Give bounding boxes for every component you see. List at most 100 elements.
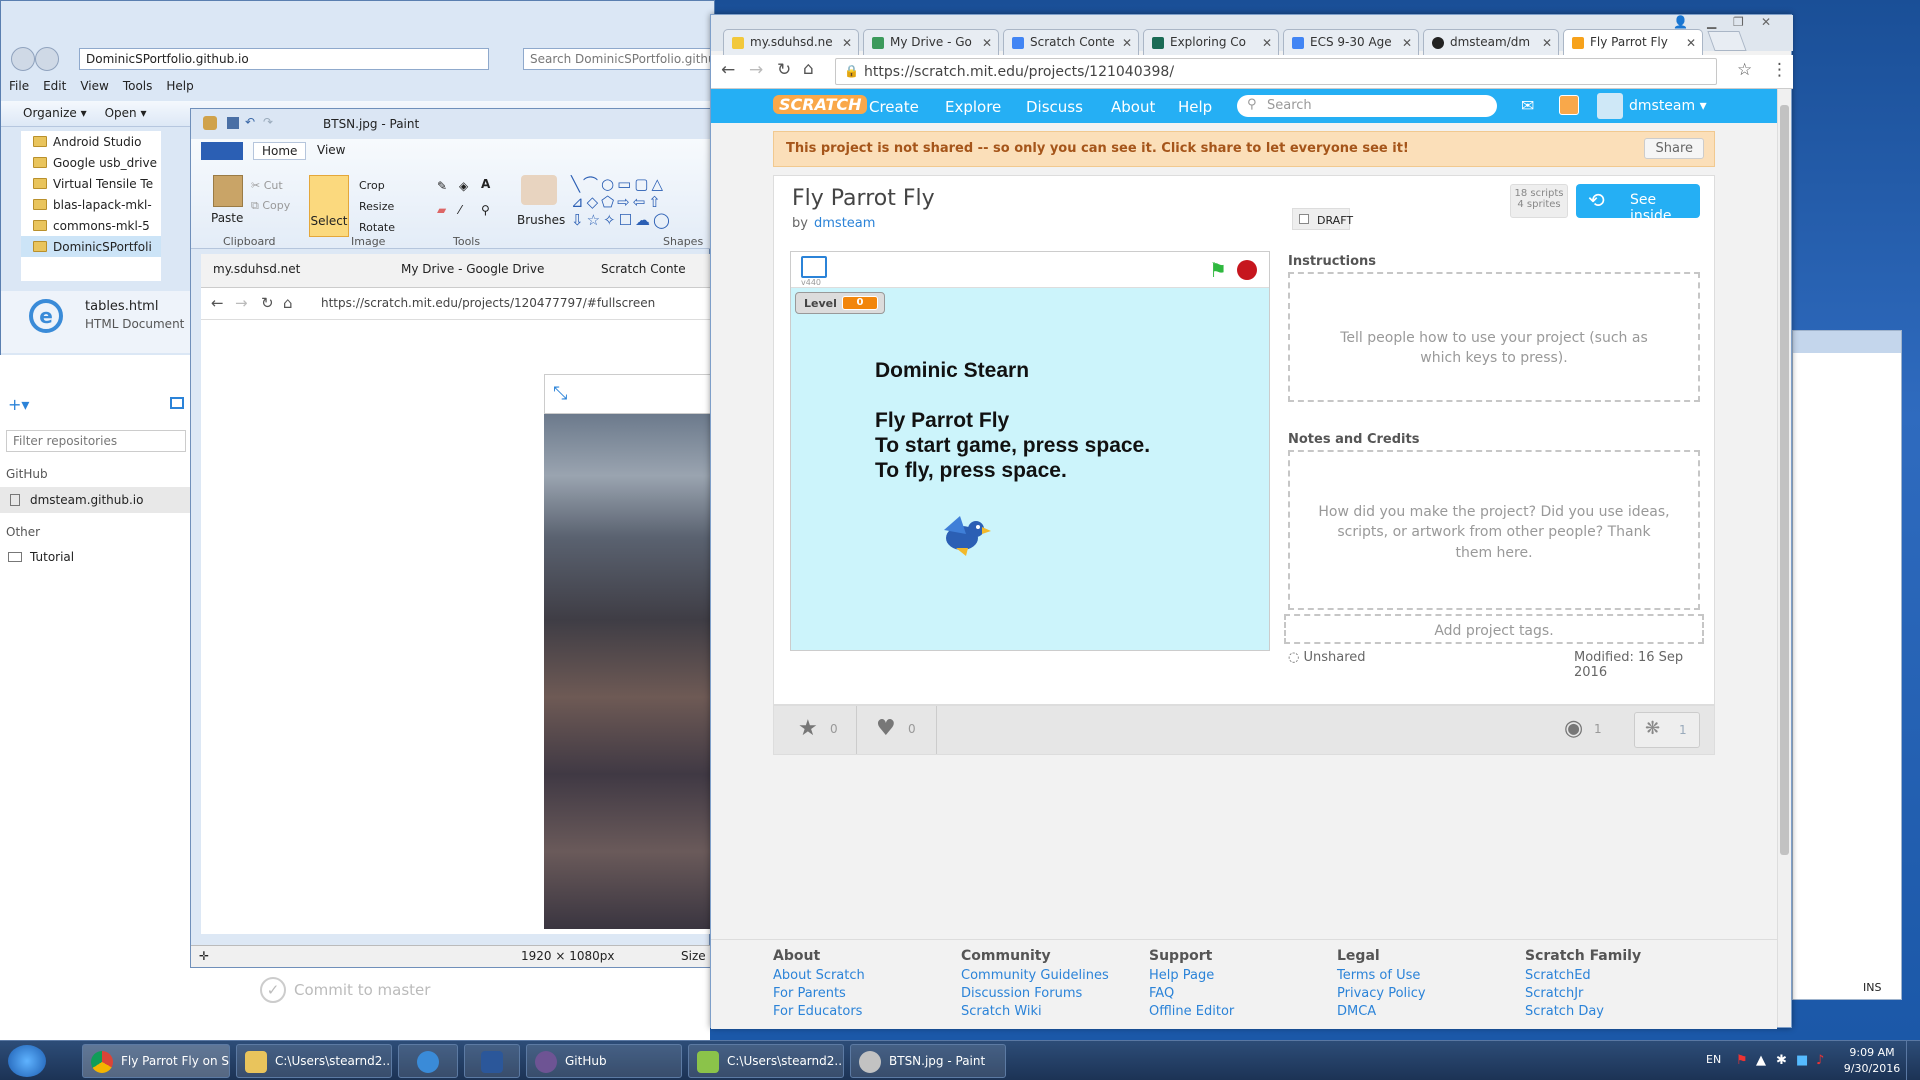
footer-link[interactable]: Terms of Use (1337, 968, 1517, 983)
taskbar-item-word[interactable] (464, 1044, 520, 1078)
instructions-textarea[interactable]: Tell people how to use your project (suc… (1288, 272, 1700, 402)
window-controls[interactable] (1793, 331, 1901, 353)
inner-tab[interactable]: my.sduhsd.net (213, 262, 300, 276)
footer-link[interactable]: Discussion Forums (961, 986, 1141, 1001)
filter-repositories-input[interactable]: Filter repositories (6, 430, 186, 452)
network-icon[interactable]: ▲ (1756, 1053, 1766, 1068)
volume-icon[interactable]: ♪ (1816, 1053, 1824, 1068)
browser-tab[interactable]: ECS 9-30 Age ✕ (1283, 29, 1419, 55)
save-icon[interactable] (227, 117, 239, 129)
close-window-icon[interactable]: ✕ (1761, 15, 1771, 29)
resize-button[interactable]: Resize (359, 200, 394, 213)
account-menu[interactable]: dmsteam ▾ (1629, 98, 1707, 114)
tray-app-icon[interactable]: ■ (1796, 1053, 1808, 1068)
project-title[interactable]: Fly Parrot Fly (792, 186, 935, 211)
avatar[interactable] (1597, 93, 1623, 119)
shapes-gallery[interactable]: ╲⌒○▭▢△ ⊿◇⬠⇨⇦⇧ ⇩☆✧☐☁◯ (571, 175, 711, 229)
back-icon[interactable]: ← (211, 294, 224, 312)
footer-link[interactable]: Scratch Day (1525, 1004, 1705, 1019)
my-stuff-icon[interactable] (1559, 95, 1579, 115)
bluetooth-icon[interactable]: ✱ (1776, 1053, 1787, 1068)
parrot-sprite[interactable] (936, 512, 992, 558)
maximize-icon[interactable]: ❐ (1733, 15, 1744, 29)
repo-item[interactable]: Tutorial (0, 544, 190, 570)
menu-icon[interactable]: ⋮ (1771, 60, 1788, 80)
browser-tab-active[interactable]: Fly Parrot Fly ✕ (1563, 29, 1703, 55)
forward-icon[interactable]: → (235, 294, 248, 312)
footer-link[interactable]: Scratch Wiki (961, 1004, 1141, 1019)
footer-link[interactable]: Community Guidelines (961, 968, 1141, 983)
taskbar-item-ie[interactable] (398, 1044, 458, 1078)
show-desktop-button[interactable] (1906, 1041, 1920, 1080)
clock-time[interactable]: 9:09 AM (1842, 1046, 1902, 1059)
taskbar-item-paint[interactable]: BTSN.jpg - Paint (850, 1044, 1006, 1078)
project-tags-input[interactable]: Add project tags. (1284, 614, 1704, 644)
tree-item[interactable]: Google usb_drive (21, 152, 161, 173)
page-scrollbar[interactable] (1777, 89, 1791, 1027)
brushes-button[interactable]: Brushes (517, 213, 565, 227)
notes-textarea[interactable]: How did you make the project? Did you us… (1288, 450, 1700, 610)
browser-tab[interactable]: my.sduhsd.ne ✕ (723, 29, 859, 55)
inner-tab[interactable]: My Drive - Google Drive (401, 262, 544, 276)
nav-discuss[interactable]: Discuss (1026, 98, 1083, 116)
clock-date[interactable]: 9/30/2016 (1842, 1062, 1902, 1075)
forward-icon[interactable]: → (749, 60, 763, 80)
taskbar-item-chrome[interactable]: Fly Parrot Fly on S... (82, 1044, 230, 1078)
taskbar-item-explorer[interactable]: C:\Users\stearnd2... (236, 1044, 392, 1078)
tree-item[interactable]: Android Studio (21, 131, 161, 152)
back-forward-buttons[interactable] (11, 47, 63, 71)
undo-icon[interactable]: ↶ (245, 115, 255, 129)
paste-icon[interactable] (213, 175, 243, 207)
url-bar[interactable]: 🔒 https://scratch.mit.edu/projects/12104… (835, 58, 1717, 85)
tree-item[interactable]: Virtual Tensile Te (21, 173, 161, 194)
see-inside-button[interactable]: ⟲ See inside (1576, 184, 1700, 224)
footer-link[interactable]: ScratchJr (1525, 986, 1705, 1001)
bookmark-star-icon[interactable]: ☆ (1737, 60, 1752, 80)
add-icon[interactable]: +▾ (8, 395, 29, 414)
redo-icon[interactable]: ↷ (263, 115, 273, 129)
back-icon[interactable]: ← (721, 60, 735, 80)
tab-view[interactable]: View (317, 143, 345, 157)
nav-create[interactable]: Create (869, 98, 919, 116)
messages-icon[interactable]: ✉ (1521, 96, 1534, 115)
share-button[interactable]: Share (1644, 138, 1704, 159)
stop-icon[interactable] (1237, 260, 1257, 280)
rotate-button[interactable]: Rotate (359, 221, 395, 234)
star-icon[interactable]: ★ (798, 716, 818, 741)
love-icon[interactable]: ♥ (876, 716, 896, 741)
menu-edit[interactable]: Edit (43, 79, 66, 97)
exit-fullscreen-icon[interactable]: ⤡ (553, 383, 567, 404)
taskbar-item-github[interactable]: GitHub (526, 1044, 682, 1078)
footer-link[interactable]: Privacy Policy (1337, 986, 1517, 1001)
search-input[interactable]: Search DominicSPortfolio.github.io (523, 48, 713, 70)
footer-link[interactable]: Help Page (1149, 968, 1329, 983)
brushes-icon[interactable] (521, 175, 557, 205)
crop-button[interactable]: Crop (359, 179, 385, 192)
open-button[interactable]: Open ▾ (105, 106, 147, 121)
remix-tree-button[interactable]: ❋ 1 (1634, 712, 1700, 748)
flag-icon[interactable]: ⚑ (1736, 1053, 1748, 1068)
nav-about[interactable]: About (1111, 98, 1155, 116)
scrollbar-thumb[interactable] (1780, 105, 1789, 855)
browser-tab[interactable]: My Drive - Go ✕ (863, 29, 999, 55)
tab-home[interactable]: Home (253, 142, 307, 160)
menu-view[interactable]: View (80, 79, 108, 97)
footer-link[interactable]: Offline Editor (1149, 1004, 1329, 1019)
nav-help[interactable]: Help (1178, 98, 1212, 116)
menu-file[interactable]: File (9, 79, 29, 97)
paint-canvas[interactable]: my.sduhsd.net My Drive - Google Drive Sc… (201, 254, 711, 934)
new-tab-button[interactable] (1707, 31, 1747, 51)
author-link[interactable]: dmsteam (814, 216, 875, 231)
menu-tools[interactable]: Tools (123, 79, 153, 97)
select-button[interactable]: Select (309, 175, 349, 237)
scratch-search-input[interactable]: ⚲ Search (1237, 95, 1497, 117)
scratch-logo[interactable]: SCRATCH (773, 95, 868, 114)
inner-url[interactable]: https://scratch.mit.edu/projects/1204777… (321, 296, 655, 310)
sidebar-toggle-icon[interactable] (170, 397, 184, 409)
footer-link[interactable]: FAQ (1149, 986, 1329, 1001)
nav-explore[interactable]: Explore (945, 98, 1001, 116)
browser-tab[interactable]: Scratch Conte ✕ (1003, 29, 1139, 55)
cut-button[interactable]: ✂ Cut (251, 179, 283, 192)
paint-file-menu[interactable] (201, 142, 243, 160)
project-stage[interactable]: v440 ⚑ Level 0 Dominic Stearn Fly Parrot… (790, 251, 1270, 651)
